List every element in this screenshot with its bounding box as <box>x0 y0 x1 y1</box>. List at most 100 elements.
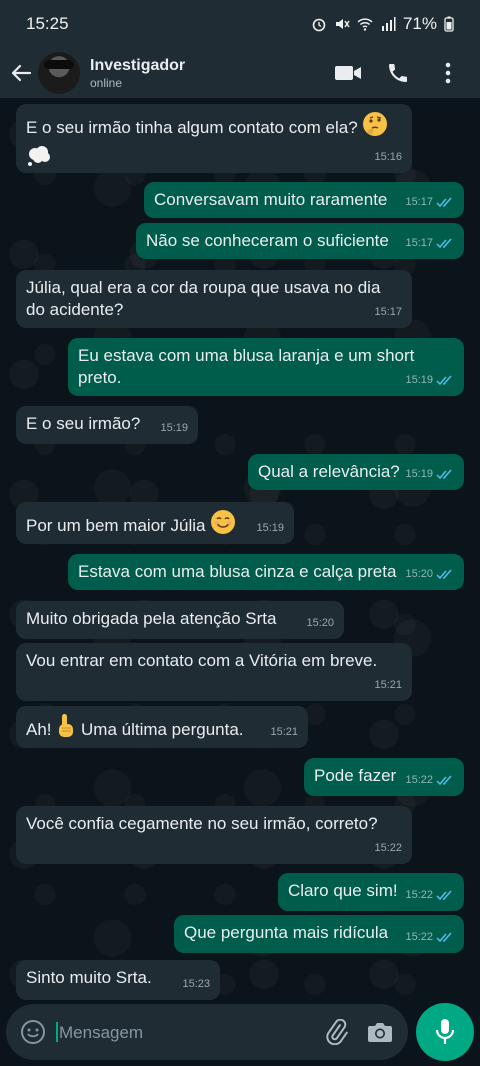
message-time: 15:22 <box>405 889 433 901</box>
attach-button[interactable] <box>322 1018 350 1046</box>
read-receipt-icon <box>436 375 452 385</box>
message-time: 15:19 <box>405 468 433 480</box>
message-text: Você confia cegamente no seu irmão, corr… <box>26 814 378 833</box>
contact-info[interactable]: Investigador online <box>90 57 334 90</box>
message-outgoing[interactable]: Eu estava com uma blusa laranja e um sho… <box>68 338 464 396</box>
message-meta: 15:22 <box>405 926 454 948</box>
smiling-emoji-icon <box>210 509 236 541</box>
message-text: E o seu irmão? <box>26 414 141 433</box>
message-incoming[interactable]: Vou entrar em contato com a Vitória em b… <box>16 643 412 701</box>
read-receipt-icon <box>436 932 452 942</box>
message-text-part-a: Ah! <box>26 720 52 739</box>
message-text: Conversavam muito raramente <box>154 190 388 209</box>
message-incoming[interactable]: Sinto muito Srta. 15:23 <box>16 960 220 1000</box>
message-time: 15:17 <box>405 237 433 249</box>
message-outgoing[interactable]: Que pergunta mais ridícula 15:22 <box>174 915 464 953</box>
battery-percent: 71% <box>402 14 437 33</box>
message-text: Sinto muito Srta. <box>26 968 152 987</box>
message-incoming[interactable]: Por um bem maior Júlia 15:19 <box>16 502 294 544</box>
alarm-icon <box>312 18 326 32</box>
message-text: Muito obrigada pela atenção Srta <box>26 609 277 628</box>
message-composer: Mensagem <box>6 1004 408 1060</box>
thinking-emoji-icon <box>362 111 388 143</box>
message-outgoing[interactable]: Qual a relevância? 15:19 <box>248 454 464 490</box>
message-text: Júlia, qual era a cor da roupa que usava… <box>26 278 381 319</box>
message-meta: 15:19 <box>256 517 284 539</box>
message-incoming[interactable]: Muito obrigada pela atenção Srta 15:20 <box>16 601 344 639</box>
message-incoming[interactable]: E o seu irmão? 15:19 <box>16 406 198 444</box>
message-incoming[interactable]: Você confia cegamente no seu irmão, corr… <box>16 806 412 864</box>
read-receipt-icon <box>436 469 452 479</box>
message-text: Pode fazer <box>314 766 397 785</box>
message-time: 15:20 <box>306 617 334 629</box>
message-text: Claro que sim! <box>288 881 398 900</box>
message-text: Vou entrar em contato com a Vitória em b… <box>26 651 378 670</box>
message-meta: 15:20 <box>306 612 334 634</box>
message-meta: 15:21 <box>270 721 298 743</box>
back-button[interactable] <box>4 48 38 98</box>
more-options-button[interactable] <box>434 59 462 87</box>
message-text: Eu estava com uma blusa laranja e um sho… <box>78 346 415 387</box>
message-outgoing[interactable]: Pode fazer 15:22 <box>304 758 464 796</box>
message-input[interactable]: Mensagem <box>56 1021 306 1043</box>
emoji-button[interactable] <box>20 1019 46 1045</box>
message-time: 15:17 <box>405 196 433 208</box>
message-meta: 15:22 <box>405 769 454 791</box>
message-meta: 15:17 <box>405 191 454 213</box>
message-time: 15:19 <box>256 522 284 534</box>
read-receipt-icon <box>436 775 452 785</box>
chat-header: Investigador online <box>0 48 480 98</box>
camera-button[interactable] <box>366 1018 394 1046</box>
mute-icon <box>335 19 350 29</box>
message-time: 15:21 <box>374 679 402 691</box>
message-text: Que pergunta mais ridícula <box>184 923 389 942</box>
message-list[interactable]: E o seu irmão tinha algum contato com el… <box>0 98 480 1002</box>
message-outgoing[interactable]: Conversavam muito raramente 15:17 <box>144 182 464 218</box>
message-text: E o seu irmão tinha algum contato com el… <box>26 118 358 137</box>
message-outgoing[interactable]: Claro que sim! 15:22 <box>278 873 464 911</box>
message-time: 15:19 <box>405 374 433 386</box>
voice-call-button[interactable] <box>384 59 412 87</box>
voice-message-button[interactable] <box>416 1003 474 1061</box>
text-cursor <box>56 1021 58 1042</box>
contact-name: Investigador <box>90 56 186 74</box>
message-outgoing[interactable]: Não se conheceram o suficiente 15:17 <box>136 223 464 259</box>
message-text: Por um bem maior Júlia <box>26 516 206 535</box>
status-icons: 71% <box>311 14 454 34</box>
message-meta: 15:21 <box>374 674 402 696</box>
thought-balloon-icon <box>26 146 52 171</box>
read-receipt-icon <box>436 569 452 579</box>
avatar[interactable] <box>38 52 80 94</box>
message-outgoing[interactable]: Estava com uma blusa cinza e calça preta… <box>68 554 464 590</box>
message-incoming[interactable]: Júlia, qual era a cor da roupa que usava… <box>16 270 412 328</box>
video-call-button[interactable] <box>334 59 362 87</box>
message-input-placeholder: Mensagem <box>59 1022 144 1042</box>
message-text: Não se conheceram o suficiente <box>146 231 389 250</box>
read-receipt-icon <box>436 890 452 900</box>
message-text: Qual a relevância? <box>258 462 400 481</box>
camera-icon <box>368 1023 392 1042</box>
message-time: 15:22 <box>405 774 433 786</box>
signal-icon <box>381 17 396 31</box>
attach-icon <box>326 1019 348 1045</box>
phone-icon <box>389 64 407 82</box>
contact-status: online <box>90 75 123 90</box>
message-meta: 15:19 <box>160 417 188 439</box>
message-meta: 15:20 <box>405 563 454 585</box>
message-incoming[interactable]: Ah! Uma última pergunta. 15:21 <box>16 706 308 748</box>
message-time: 15:23 <box>182 978 210 990</box>
message-time: 15:22 <box>374 842 402 854</box>
message-meta: 15:19 <box>405 369 454 391</box>
message-incoming[interactable]: E o seu irmão tinha algum contato com el… <box>16 104 412 173</box>
message-time: 15:20 <box>405 568 433 580</box>
message-text-part-b: Uma última pergunta. <box>81 720 244 739</box>
wifi-icon <box>357 18 373 31</box>
battery-icon <box>444 16 454 32</box>
status-bar: 15:25 71% <box>0 0 480 48</box>
message-meta: 15:22 <box>405 884 454 906</box>
pointing-up-emoji-icon <box>56 713 76 745</box>
message-meta: 15:17 <box>405 232 454 254</box>
message-meta: 15:17 <box>374 301 402 323</box>
read-receipt-icon <box>436 238 452 248</box>
more-vert-icon <box>445 62 451 84</box>
